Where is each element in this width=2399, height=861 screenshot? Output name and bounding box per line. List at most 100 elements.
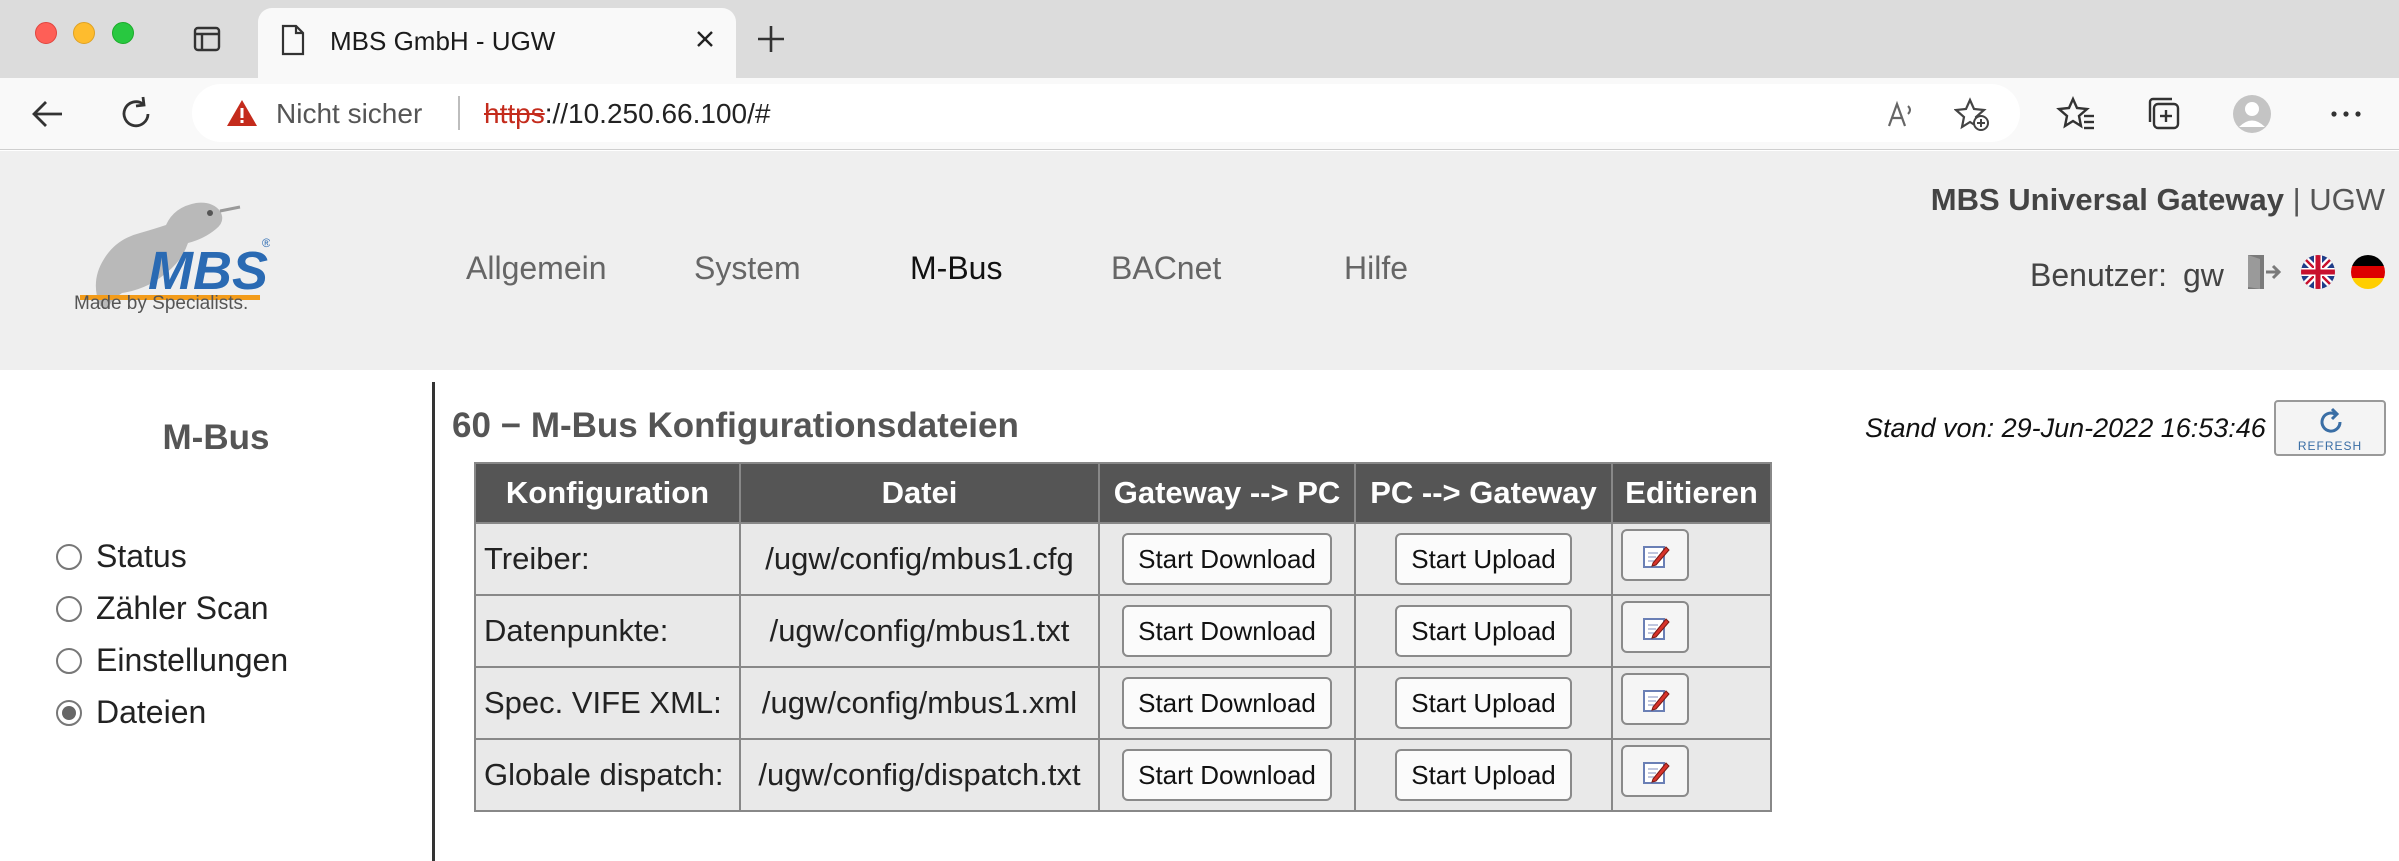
start-upload-button[interactable]: Start Upload <box>1395 605 1572 657</box>
radio-dateien[interactable] <box>56 700 82 726</box>
upload-cell: Start Upload <box>1354 666 1613 740</box>
download-cell: Start Download <box>1098 666 1356 740</box>
window-maximize-button[interactable] <box>112 22 134 44</box>
refresh-label: REFRESH <box>2297 439 2363 453</box>
file-path-cell: /ugw/config/dispatch.txt <box>739 738 1100 812</box>
upload-cell: Start Upload <box>1354 738 1613 812</box>
warning-icon <box>227 100 257 126</box>
page-icon <box>281 24 305 56</box>
flag-uk-icon[interactable] <box>2299 253 2337 291</box>
edit-button[interactable] <box>1621 529 1689 581</box>
start-download-button[interactable]: Start Download <box>1122 749 1332 801</box>
svg-text:®: ® <box>262 236 270 250</box>
sidebar-item-label: Status <box>96 538 187 574</box>
start-download-button[interactable]: Start Download <box>1122 533 1332 585</box>
add-favorite-icon[interactable] <box>1954 96 1990 132</box>
app-header: MBS ® Made by Specialists. Allgemein Sys… <box>0 151 2399 370</box>
sidebar-divider <box>432 382 435 861</box>
refresh-button[interactable]: REFRESH <box>2274 400 2386 456</box>
radio-zaehler-scan[interactable] <box>56 596 82 622</box>
radio-status[interactable] <box>56 544 82 570</box>
table-row: Datenpunkte: /ugw/config/mbus1.txt Start… <box>474 594 1772 668</box>
menu-item-allgemein[interactable]: Allgemein <box>466 250 607 287</box>
browser-tab-bar: MBS GmbH - UGW <box>0 0 2399 78</box>
start-upload-button[interactable]: Start Upload <box>1395 749 1572 801</box>
edit-icon <box>1643 690 1670 712</box>
url-separator <box>458 96 460 130</box>
address-bar[interactable]: Nicht sicher https://10.250.66.100/# <box>192 84 2020 142</box>
url-host: ://10.250.66.100/# <box>544 98 771 129</box>
config-name-cell: Datenpunkte: <box>474 594 741 668</box>
gateway-title-suffix: | UGW <box>2283 182 2385 217</box>
config-name-cell: Treiber: <box>474 522 741 596</box>
edit-icon <box>1643 546 1670 568</box>
tab-actions-icon[interactable] <box>192 24 222 54</box>
edit-button[interactable] <box>1621 745 1689 797</box>
edit-cell <box>1611 666 1772 740</box>
tab-title: MBS GmbH - UGW <box>330 26 556 56</box>
more-options-icon[interactable] <box>2326 94 2366 134</box>
menu-item-system[interactable]: System <box>694 250 801 287</box>
column-header-konfiguration: Konfiguration <box>474 462 741 524</box>
new-tab-icon[interactable] <box>754 22 788 56</box>
edit-button[interactable] <box>1621 601 1689 653</box>
config-name-cell: Spec. VIFE XML: <box>474 666 741 740</box>
flag-de-icon[interactable] <box>2349 253 2387 291</box>
start-download-button[interactable]: Start Download <box>1122 677 1332 729</box>
page-title: 60 − M-Bus Konfigurationsdateien <box>452 406 1019 445</box>
menu-item-bacnet[interactable]: BACnet <box>1111 250 1221 287</box>
logout-icon[interactable] <box>2244 253 2282 291</box>
start-download-button[interactable]: Start Download <box>1122 605 1332 657</box>
sidebar-item-label: Einstellungen <box>96 642 289 678</box>
edit-cell <box>1611 738 1772 812</box>
reload-icon[interactable] <box>116 94 156 134</box>
sidebar-item-label: Zähler Scan <box>96 590 269 626</box>
config-files-table: Konfiguration Datei Gateway --> PC PC --… <box>474 462 1772 812</box>
file-path-cell: /ugw/config/mbus1.txt <box>739 594 1100 668</box>
file-path-cell: /ugw/config/mbus1.xml <box>739 666 1100 740</box>
collections-icon[interactable] <box>2144 94 2184 134</box>
window-minimize-button[interactable] <box>73 22 95 44</box>
sidebar-title: M-Bus <box>162 418 270 457</box>
tab-active[interactable]: MBS GmbH - UGW <box>258 8 736 78</box>
user-name: gw <box>2183 257 2224 293</box>
edit-cell <box>1611 522 1772 596</box>
column-header-editieren: Editieren <box>1611 462 1772 524</box>
read-aloud-icon[interactable] <box>1884 96 1920 132</box>
config-name-cell: Globale dispatch: <box>474 738 741 812</box>
profile-avatar-icon[interactable] <box>2232 94 2272 134</box>
svg-text:MBS: MBS <box>148 241 268 301</box>
download-cell: Start Download <box>1098 594 1356 668</box>
column-header-pc-to-gateway: PC --> Gateway <box>1354 462 1613 524</box>
window-close-button[interactable] <box>35 22 57 44</box>
browser-navigation-bar: Nicht sicher https://10.250.66.100/# <box>0 78 2399 150</box>
tab-close-icon[interactable] <box>692 26 718 52</box>
menu-item-m-bus[interactable]: M-Bus <box>910 250 1002 287</box>
sidebar-item-label: Dateien <box>96 694 207 730</box>
column-header-gateway-to-pc: Gateway --> PC <box>1098 462 1356 524</box>
back-arrow-icon[interactable] <box>28 94 68 134</box>
download-cell: Start Download <box>1098 738 1356 812</box>
table-row: Spec. VIFE XML: /ugw/config/mbus1.xml St… <box>474 666 1772 740</box>
logo-subtitle: Made by Specialists. <box>74 293 249 314</box>
url-text[interactable]: https://10.250.66.100/# <box>484 98 770 130</box>
table-row: Globale dispatch: /ugw/config/dispatch.t… <box>474 738 1772 812</box>
start-upload-button[interactable]: Start Upload <box>1395 533 1572 585</box>
gateway-title-bold: MBS Universal Gateway <box>1930 182 2284 217</box>
file-path-cell: /ugw/config/mbus1.cfg <box>739 522 1100 596</box>
gateway-title: MBS Universal Gateway | UGW <box>1931 182 2385 218</box>
edit-icon <box>1643 618 1670 640</box>
not-secure-label[interactable]: Nicht sicher <box>276 98 422 130</box>
download-cell: Start Download <box>1098 522 1356 596</box>
refresh-icon <box>2320 407 2342 433</box>
start-upload-button[interactable]: Start Upload <box>1395 677 1572 729</box>
url-scheme: https <box>484 98 545 129</box>
column-header-datei: Datei <box>739 462 1100 524</box>
menu-item-hilfe[interactable]: Hilfe <box>1344 250 1408 287</box>
edit-button[interactable] <box>1621 673 1689 725</box>
radio-einstellungen[interactable] <box>56 648 82 674</box>
user-label: Benutzer: <box>2030 257 2167 293</box>
upload-cell: Start Upload <box>1354 594 1613 668</box>
table-header-row: Konfiguration Datei Gateway --> PC PC --… <box>474 462 1772 524</box>
favorites-icon[interactable] <box>2056 94 2096 134</box>
